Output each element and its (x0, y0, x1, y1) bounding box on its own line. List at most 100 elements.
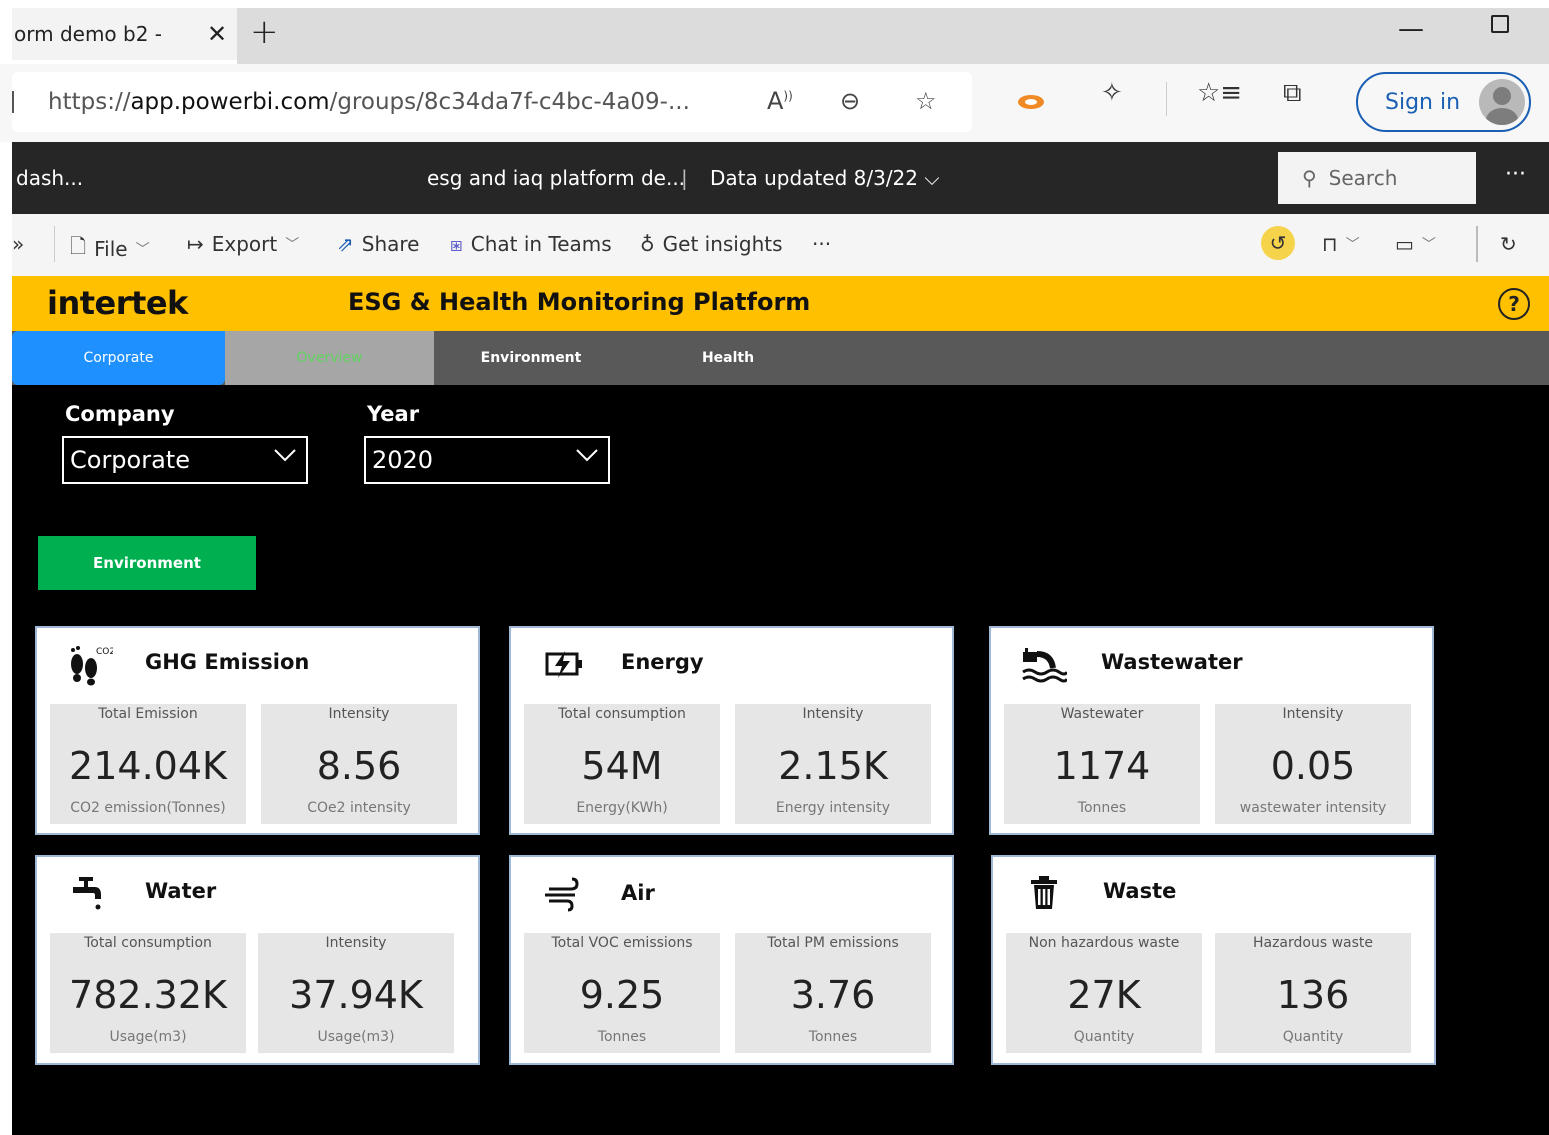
wastewater-card[interactable]: Wastewater Wastewater 1174 Tonnes Intens… (989, 626, 1434, 835)
metric-unit: Quantity (1282, 1029, 1344, 1045)
metric-label: Intensity (1282, 706, 1344, 722)
collections-icon[interactable]: ⧉ (1283, 78, 1302, 109)
card-title: GHG Emission (145, 650, 310, 674)
wastewater-intensity-metric: Intensity 0.05 wastewater intensity (1215, 704, 1411, 824)
card-header: Wastewater (991, 628, 1432, 704)
year-label: Year (367, 402, 420, 426)
sign-in-button[interactable]: Sign in (1356, 72, 1531, 132)
svg-text:CO2: CO2 (96, 647, 113, 657)
view-icon: ▭ (1395, 232, 1414, 256)
bookmark-menu[interactable]: ⊓ ﹀ (1322, 232, 1360, 256)
hazardous-waste-metric: Hazardous waste 136 Quantity (1215, 933, 1411, 1053)
share-button[interactable]: ⇗ Share (337, 232, 419, 256)
favorites-icon[interactable]: ☆≡ (1197, 78, 1242, 108)
extension-eye-icon[interactable] (1016, 92, 1046, 112)
card-title: Air (621, 881, 655, 905)
chevron-down-icon: ﹀ (1421, 237, 1436, 253)
address-bar[interactable]: https://app.powerbi.com/groups/8c34da7f-… (12, 72, 972, 132)
air-card[interactable]: Air Total VOC emissions 9.25 Tonnes Tota… (509, 855, 954, 1065)
new-tab-button[interactable]: + (250, 12, 279, 52)
company-dropdown[interactable]: Corporate (62, 436, 308, 484)
get-insights-button[interactable]: ♁ Get insights (640, 232, 783, 256)
intertek-logo: intertek (47, 284, 188, 322)
browser-tab[interactable]: orm demo b2 - ✕ (12, 8, 237, 60)
chevron-down-icon: ﹀ (285, 237, 300, 253)
refresh-icon[interactable]: ↻ (1500, 232, 1517, 256)
metric-unit: Energy intensity (775, 800, 891, 816)
card-title: Waste (1103, 879, 1177, 903)
waste-card[interactable]: Waste Non hazardous waste 27K Quantity H… (991, 855, 1436, 1065)
breadcrumb[interactable]: dash... (16, 166, 83, 190)
tab-environment[interactable]: Environment (434, 331, 628, 385)
water-card[interactable]: Water Total consumption 782.32K Usage(m3… (35, 855, 480, 1065)
extensions-puzzle-icon[interactable]: ✧ (1101, 78, 1123, 108)
environment-button[interactable]: Environment (38, 536, 256, 590)
card-header: CO2 GHG Emission (37, 628, 478, 704)
metric-label: Total Emission (98, 706, 198, 722)
card-title: Water (145, 879, 217, 903)
chevron-down-icon: ⌵ (924, 166, 940, 190)
card-header: Energy (511, 628, 952, 704)
company-label: Company (65, 402, 175, 426)
reset-icon[interactable]: ↺ (1261, 226, 1295, 260)
card-header: Waste (993, 857, 1434, 933)
report-nav: Corporate Overview Environment Health (12, 331, 1549, 385)
chevron-down-icon: ﹀ (135, 242, 150, 258)
bookmark-icon: ⊓ (1322, 232, 1338, 256)
metric-value: 0.05 (1270, 744, 1356, 788)
metric-value: 782.32K (69, 973, 227, 1017)
tab-overview[interactable]: Overview (225, 331, 434, 385)
powerbi-header: dash... esg and iaq platform de... | Dat… (12, 142, 1549, 214)
chat-in-teams-button[interactable]: ⧆ Chat in Teams (450, 232, 612, 256)
card-header: Water (37, 857, 478, 933)
view-menu[interactable]: ▭ ﹀ (1395, 232, 1436, 256)
report-title: ESG & Health Monitoring Platform (348, 288, 811, 316)
water-intensity-metric: Intensity 37.94K Usage(m3) (258, 933, 454, 1053)
year-dropdown[interactable]: 2020 (364, 436, 610, 484)
tab-corporate[interactable]: Corporate (12, 331, 225, 385)
url-text[interactable]: https://app.powerbi.com/groups/8c34da7f-… (48, 89, 690, 115)
tab-close-icon[interactable]: ✕ (197, 20, 237, 48)
chevron-down-icon (274, 449, 296, 462)
help-icon[interactable]: ? (1498, 288, 1530, 320)
metric-label: Total consumption (84, 935, 212, 951)
file-icon: 🗋 (70, 234, 87, 258)
metric-unit: Tonnes (1077, 800, 1127, 816)
trash-bin-icon (1031, 876, 1057, 909)
file-menu[interactable]: 🗋 File ﹀ (70, 232, 150, 266)
metric-unit: Energy(KWh) (576, 800, 668, 816)
read-aloud-icon[interactable]: A)) (767, 87, 793, 115)
expand-pane-icon[interactable]: » (12, 232, 24, 256)
metric-value: 136 (1276, 973, 1350, 1017)
metric-unit: Quantity (1073, 1029, 1135, 1045)
toolbar-divider (1166, 82, 1167, 116)
maximize-button[interactable] (1491, 15, 1509, 33)
search-input[interactable]: ⚲ Search (1278, 152, 1476, 204)
card-title: Energy (621, 650, 704, 674)
more-options-icon[interactable]: ··· (1505, 162, 1526, 187)
get-insights-label: Get insights (662, 232, 783, 256)
metric-value: 27K (1067, 973, 1141, 1017)
metric-unit: Usage(m3) (109, 1029, 187, 1045)
tab-health[interactable]: Health (628, 331, 828, 385)
report-toolbar: » 🗋 File ﹀ ↦ Export ﹀ ⇗ Share ⧆ Chat in Teams … (12, 214, 1549, 276)
ghg-emission-card[interactable]: CO2 GHG Emission Total Emission 214.04K … (35, 626, 480, 835)
minimize-button[interactable]: — (1398, 14, 1424, 44)
energy-card[interactable]: Energy Total consumption 54M Energy(KWh)… (509, 626, 954, 835)
metric-value: 54M (581, 744, 663, 788)
metric-value: 2.15K (778, 744, 888, 788)
search-placeholder: Search (1328, 166, 1398, 190)
total-emission-metric: Total Emission 214.04K CO2 emission(Tonn… (50, 704, 246, 824)
metric-label: Total PM emissions (767, 935, 899, 951)
share-icon: ⇗ (337, 232, 354, 256)
metric-label: Total VOC emissions (551, 935, 693, 951)
metric-unit: Usage(m3) (317, 1029, 395, 1045)
export-menu[interactable]: ↦ Export ﹀ (187, 232, 299, 256)
url-prefix: https:// (48, 89, 131, 115)
energy-intensity-metric: Intensity 2.15K Energy intensity (735, 704, 931, 824)
data-updated-dropdown[interactable]: Data updated 8/3/22 ⌵ (710, 166, 940, 190)
zoom-out-icon[interactable]: ⊖ (840, 87, 860, 115)
add-favorite-icon[interactable]: ☆ (915, 87, 937, 115)
toolbar-more-icon[interactable]: ··· (812, 232, 831, 256)
report-name: esg and iaq platform de... (427, 166, 686, 190)
